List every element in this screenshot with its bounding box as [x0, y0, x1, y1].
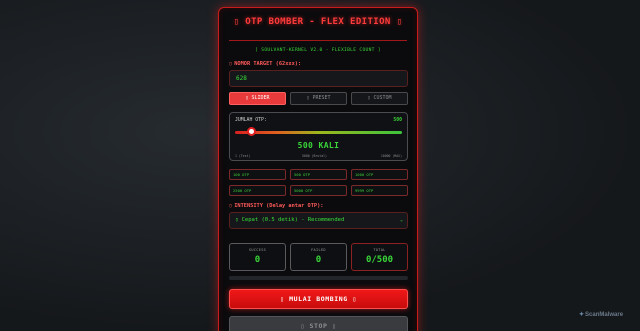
watermark-text: ScanMalware	[585, 312, 624, 318]
target-number-input[interactable]: 628	[229, 70, 408, 87]
chevron-down-icon: ⌄	[399, 217, 403, 223]
preset-1000-button[interactable]: 1000 OTP	[351, 169, 408, 180]
shield-icon: ✦	[579, 312, 585, 318]
custom-mode-icon: ▯	[367, 95, 371, 101]
otp-count-display: 500 KALI	[297, 141, 340, 150]
target-label: ▯ NOMOR TARGET (62xxx):	[229, 61, 301, 67]
tick-min-label: 1 (Test)	[235, 154, 251, 158]
tick-max-label: 10000 (MAX)	[380, 154, 402, 158]
intensity-label-text: INTENSITY (Delay antar OTP):	[234, 203, 324, 209]
preset-100-button[interactable]: 100 OTP	[229, 169, 286, 180]
stat-total-label: TOTAL	[373, 248, 386, 252]
target-label-text: NOMOR TARGET (62xxx):	[234, 61, 302, 67]
page-title: ▯ OTP BOMBER - FLEX EDITION ▯	[219, 17, 417, 27]
stat-total: TOTAL 0/500	[351, 243, 408, 271]
stat-success: SUCCESS 0	[229, 243, 286, 271]
mode-preset-button[interactable]: ▯ PRESET	[290, 92, 347, 105]
intensity-label: ▯ INTENSITY (Delay antar OTP):	[229, 203, 324, 209]
slider-track[interactable]	[235, 131, 402, 134]
slider-mode-icon: ▯	[245, 95, 249, 101]
bolt-icon: ▯	[229, 203, 233, 209]
preset-5000-button[interactable]: 5000 OTP	[290, 185, 347, 196]
mode-custom-button[interactable]: ▯ CUSTOM	[351, 92, 408, 105]
otp-count-slider-box: JUMLAH OTP: 500 500 KALI 1 (Test) 5000 (…	[229, 112, 408, 161]
tick-mid-label: 5000 (Brutal)	[302, 154, 327, 158]
preset-500-button[interactable]: 500 OTP	[290, 169, 347, 180]
title-right-icon: ▯	[396, 17, 403, 27]
watermark: ✦ScanMalware	[579, 311, 623, 318]
title-left-icon: ▯	[233, 17, 240, 27]
mode-slider-button[interactable]: ▯ SLIDER	[229, 92, 286, 105]
subtitle: [ SOULVANT-KERNEL V2.0 - FLEXIBLE COUNT …	[255, 48, 381, 53]
title-text: OTP BOMBER - FLEX EDITION	[245, 17, 391, 27]
phone-icon: ▯	[229, 61, 233, 67]
intensity-select[interactable]: ▯ Cepat (0.5 detik) - Recommended ⌄	[229, 212, 408, 229]
stop-button[interactable]: ▯ STOP ▯	[229, 316, 408, 331]
stat-failed-label: FAILED	[311, 248, 326, 252]
mode-slider-label: SLIDER	[251, 95, 270, 101]
preset-mode-icon: ▯	[306, 95, 310, 101]
slider-thumb[interactable]	[246, 127, 256, 136]
title-divider	[229, 40, 407, 41]
stat-total-value: 0/500	[365, 255, 394, 265]
stat-success-value: 0	[254, 255, 261, 265]
mode-preset-label: PRESET	[312, 95, 331, 101]
intensity-selected-value: ▯ Cepat (0.5 detik) - Recommended	[235, 217, 345, 223]
preset-9999-button[interactable]: 9999 OTP	[351, 185, 408, 196]
stat-success-label: SUCCESS	[248, 248, 267, 252]
bomber-panel: ▯ OTP BOMBER - FLEX EDITION ▯ [ SOULVANT…	[218, 7, 418, 331]
stat-failed-value: 0	[315, 255, 322, 265]
preset-2500-button[interactable]: 2500 OTP	[229, 185, 286, 196]
mode-custom-label: CUSTOM	[373, 95, 392, 101]
start-bombing-button[interactable]: ▯ MULAI BOMBING ▯	[229, 289, 408, 309]
progress-bar	[229, 276, 408, 280]
stat-failed: FAILED 0	[290, 243, 347, 271]
slider-label: JUMLAH OTP:	[235, 118, 267, 123]
slider-value: 500	[393, 118, 402, 123]
